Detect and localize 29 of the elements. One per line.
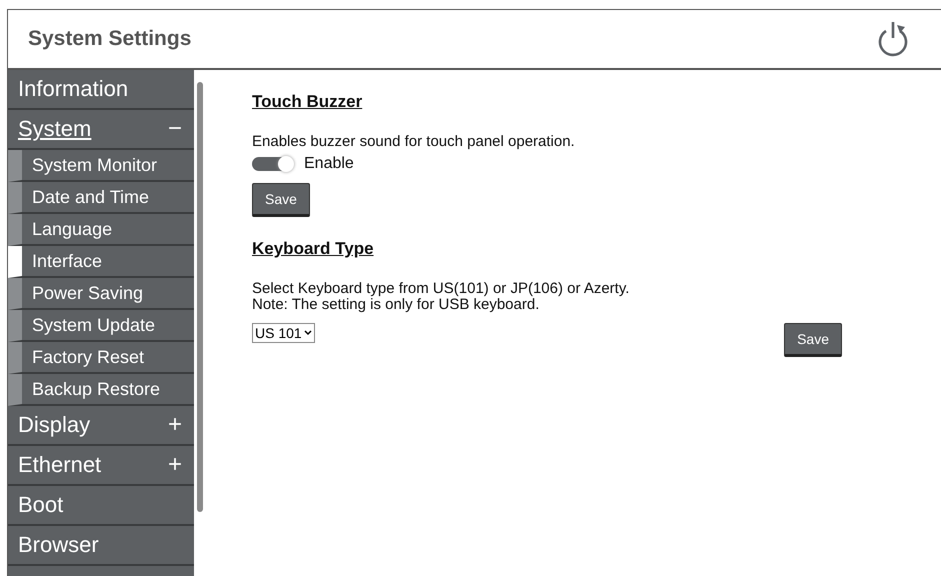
scrollbar-thumb[interactable] [197, 82, 203, 512]
save-button[interactable]: Save [784, 323, 842, 357]
section-heading: Keyboard Type [252, 239, 375, 259]
sidebar-subitem[interactable]: Language [8, 214, 194, 246]
section-description: Enables buzzer sound for touch panel operation. [252, 134, 576, 150]
sidebar-subitem[interactable]: System Update [8, 310, 194, 342]
sidebar-subitem[interactable]: System Monitor [8, 150, 194, 182]
sidebar-subitem[interactable]: Backup Restore [8, 374, 194, 406]
expand-sign: + [168, 411, 182, 439]
sidebar-subitem[interactable]: Interface [8, 246, 194, 278]
section-heading: Touch Buzzer [252, 92, 364, 112]
window-title: System Settings [28, 27, 192, 51]
section-description: Select Keyboard type from US(101) or JP(106) or Azerty. Note: The setting is only for USB keyboard. [252, 281, 630, 313]
sidebar-item-label: Information [18, 76, 128, 102]
toggle-switch[interactable] [252, 157, 292, 171]
keyboard-select[interactable]: US 101 [252, 323, 315, 343]
sidebar-item-label: System [18, 116, 92, 142]
sidebar-item-label: Display [18, 412, 90, 438]
sidebar-subitem[interactable]: Date and Time [8, 182, 194, 214]
expand-sign: + [168, 451, 182, 479]
save-button[interactable]: Save [252, 183, 310, 217]
sidebar-item-label: Boot [18, 492, 64, 518]
sidebar-item-label: Browser [18, 532, 99, 558]
chevron-down-icon [304, 330, 312, 336]
sidebar-subitem[interactable]: Power Saving [8, 278, 194, 310]
sidebar-item-label: Ethernet [18, 452, 102, 478]
toggle-label: Enable [304, 155, 354, 173]
expand-sign: − [168, 115, 182, 143]
sidebar-subitem[interactable]: Factory Reset [8, 342, 194, 374]
